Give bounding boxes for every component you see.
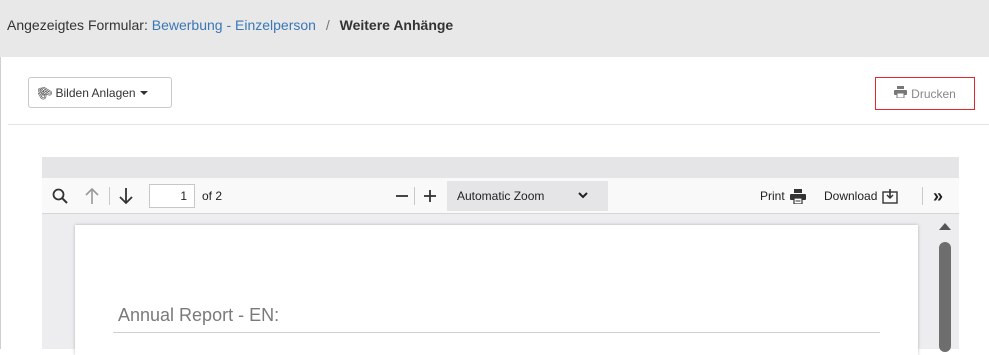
- document-heading: Annual Report - EN:: [118, 305, 280, 325]
- next-page-button[interactable]: [119, 178, 133, 214]
- search-icon: [52, 188, 68, 204]
- page-number-input[interactable]: 1: [149, 184, 195, 208]
- page-total-label: of 2: [202, 189, 223, 203]
- viewer-print-label: Print: [760, 189, 785, 203]
- zoom-in-button[interactable]: [423, 178, 437, 214]
- breadcrumb-separator: /: [325, 17, 330, 33]
- breadcrumb-prefix: Angezeigtes Formular:: [7, 17, 148, 33]
- viewer-top-strip: [42, 157, 959, 178]
- toolbar-separator: [109, 187, 110, 205]
- chevron-down-icon: [578, 192, 588, 199]
- document-rule: [113, 332, 880, 333]
- viewer-scrollbar[interactable]: [931, 214, 959, 352]
- scroll-up-arrow-icon[interactable]: [939, 223, 951, 230]
- zoom-select[interactable]: Automatic Zoom: [447, 181, 608, 211]
- viewer-print-button[interactable]: Print: [760, 178, 806, 214]
- toolbar-separator: [922, 187, 923, 205]
- breadcrumb: Angezeigtes Formular: Bewerbung - Einzel…: [7, 17, 453, 33]
- arrow-up-icon: [85, 187, 99, 204]
- attach-dropdown-button[interactable]: 🖇 Bilden Anlagen: [28, 77, 172, 108]
- caret-down-icon: [139, 90, 148, 95]
- paperclip-icon: 🖇: [32, 81, 56, 104]
- plus-icon: [424, 190, 436, 202]
- breadcrumb-current: Weitere Anhänge: [339, 17, 454, 33]
- print-button-label: Drucken: [911, 86, 956, 101]
- pdf-viewer: 1 of 2 Automatic Zoom Print Download » A…: [42, 157, 959, 355]
- more-tools-button[interactable]: »: [933, 178, 943, 214]
- zoom-out-button[interactable]: [395, 178, 409, 214]
- document-page: Annual Report - EN:: [75, 225, 918, 355]
- download-label: Download: [824, 189, 878, 203]
- minus-icon: [396, 195, 408, 197]
- content-left-border: [0, 57, 1, 349]
- printer-icon: [894, 86, 908, 101]
- arrow-down-icon: [119, 188, 133, 205]
- document-area: Annual Report - EN:: [42, 214, 959, 355]
- scrollbar-thumb[interactable]: [939, 242, 951, 352]
- zoom-select-value: Automatic Zoom: [457, 189, 545, 203]
- download-icon: [882, 188, 899, 204]
- header-bar: Angezeigtes Formular: Bewerbung - Einzel…: [0, 0, 989, 57]
- print-button[interactable]: Drucken: [875, 77, 975, 110]
- divider: [8, 124, 989, 125]
- pdf-toolbar: 1 of 2 Automatic Zoom Print Download »: [42, 178, 959, 214]
- previous-page-button[interactable]: [85, 178, 99, 214]
- download-button[interactable]: Download: [824, 178, 899, 214]
- printer-icon: [789, 188, 806, 204]
- breadcrumb-link-form[interactable]: Bewerbung - Einzelperson: [152, 17, 316, 33]
- attach-button-label: Bilden Anlagen: [55, 85, 136, 100]
- toolbar-separator: [414, 187, 415, 205]
- search-button[interactable]: [52, 178, 68, 214]
